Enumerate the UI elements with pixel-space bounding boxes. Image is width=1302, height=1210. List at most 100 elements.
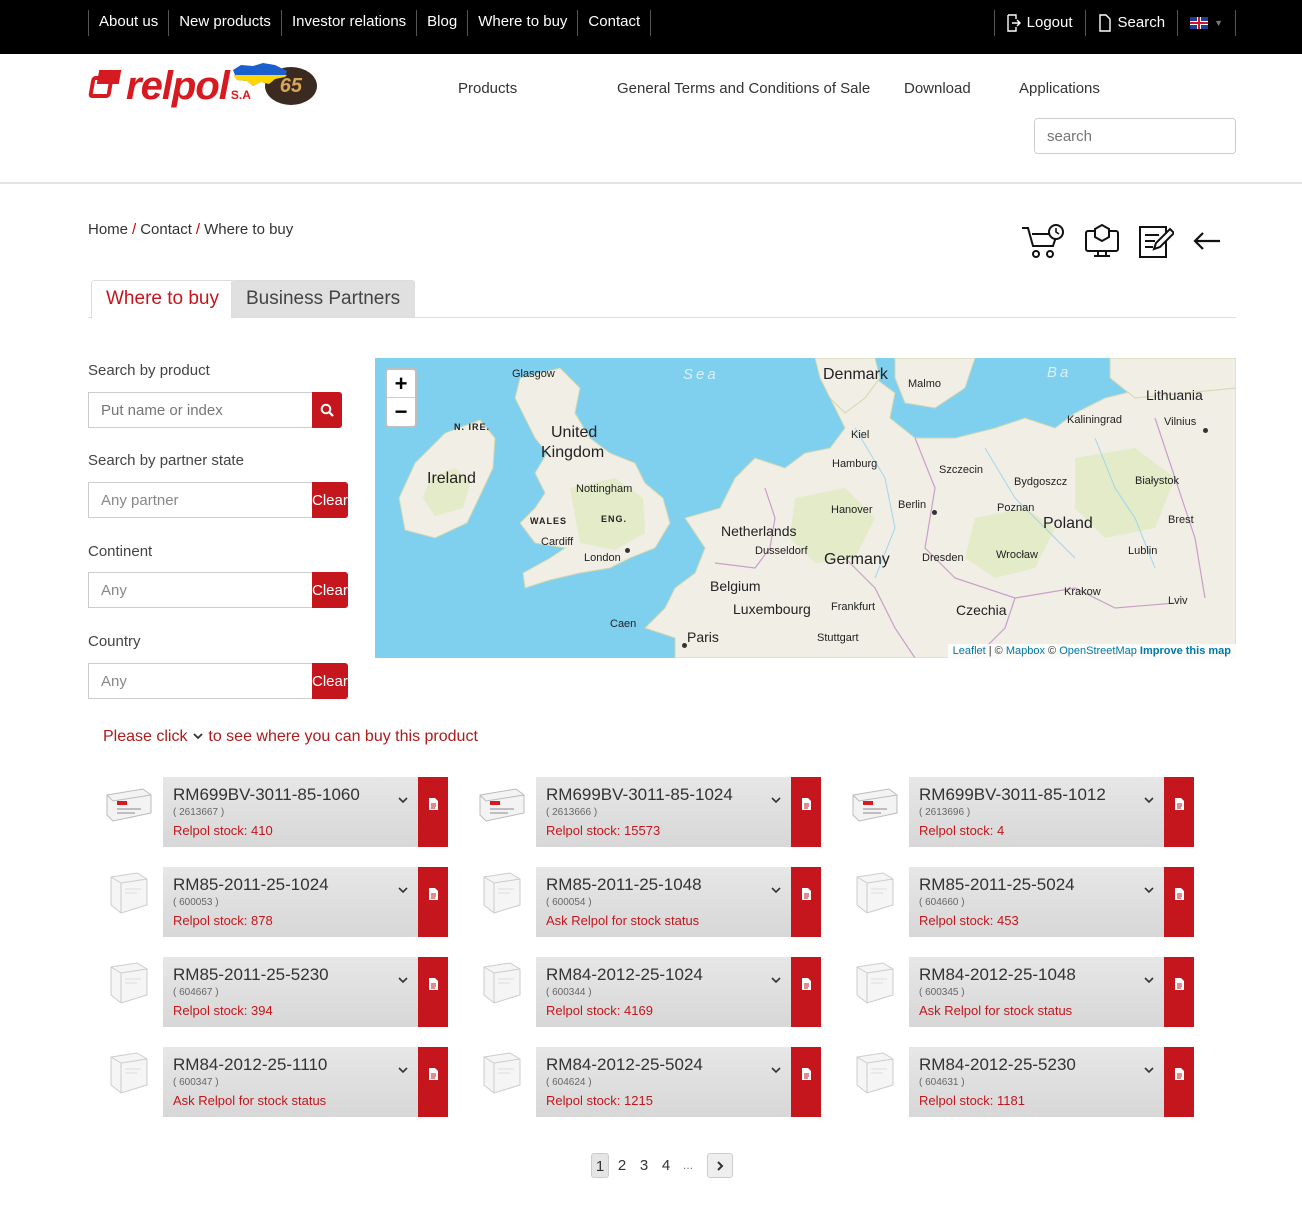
page-link[interactable]: 4 xyxy=(657,1153,675,1178)
product-info[interactable]: RM85-2011-25-1024 ( 600053 ) Relpol stock:… xyxy=(163,867,418,937)
topnav-where-to-buy[interactable]: Where to buy xyxy=(467,10,577,36)
topnav-about-us[interactable]: About us xyxy=(88,10,168,36)
product-image[interactable] xyxy=(476,1051,526,1095)
continent-clear-button[interactable]: Clear xyxy=(312,572,348,608)
improve-map-link[interactable]: Improve this map xyxy=(1140,645,1231,657)
leaflet-link[interactable]: Leaflet xyxy=(953,645,986,657)
chevron-down-icon[interactable] xyxy=(1144,975,1154,987)
chevron-down-icon[interactable] xyxy=(398,1065,408,1077)
search-icon xyxy=(320,403,334,417)
chevron-down-icon[interactable] xyxy=(398,795,408,807)
product-image[interactable] xyxy=(103,871,153,915)
catalog-icon[interactable] xyxy=(1084,223,1120,259)
chevron-down-icon[interactable] xyxy=(1144,795,1154,807)
pdf-datasheet-button[interactable] xyxy=(791,777,821,847)
partner-map[interactable]: + − Sea Ba Denmark Malmo Lithuania Glasg… xyxy=(375,358,1236,658)
chevron-down-icon[interactable] xyxy=(398,975,408,987)
partner-clear-button[interactable]: Clear xyxy=(312,482,348,518)
mainnav-download[interactable]: Download xyxy=(904,80,971,97)
page-link[interactable]: 2 xyxy=(613,1153,631,1178)
logout-button[interactable]: Logout xyxy=(993,10,1085,36)
mainnav-products[interactable]: Products xyxy=(458,80,517,97)
chevron-down-icon[interactable] xyxy=(771,975,781,987)
page-link[interactable]: 3 xyxy=(635,1153,653,1178)
page-link[interactable]: 1 xyxy=(591,1153,609,1178)
breadcrumb-home[interactable]: Home xyxy=(88,221,128,238)
tab-bar: Where to buy Business Partners xyxy=(88,280,1236,319)
map-label: Glasgow xyxy=(512,368,555,380)
mainnav-applications[interactable]: Applications xyxy=(1019,80,1100,97)
pdf-datasheet-button[interactable] xyxy=(1164,777,1194,847)
product-image[interactable] xyxy=(476,961,526,1005)
product-image[interactable] xyxy=(849,961,899,1005)
topnav-contact[interactable]: Contact xyxy=(577,10,652,36)
mapbox-link[interactable]: Mapbox xyxy=(1006,645,1045,657)
pdf-datasheet-button[interactable] xyxy=(791,1047,821,1117)
product-stock: Relpol stock: 1181 xyxy=(919,1093,1025,1108)
topnav-new-products[interactable]: New products xyxy=(168,10,281,36)
pdf-icon xyxy=(428,798,438,810)
product-image[interactable] xyxy=(103,961,153,1005)
osm-link[interactable]: OpenStreetMap xyxy=(1059,645,1137,657)
pdf-datasheet-button[interactable] xyxy=(791,957,821,1027)
product-info[interactable]: RM84-2012-25-1110 ( 600347 ) Ask Relpol fo… xyxy=(163,1047,418,1117)
product-info[interactable]: RM699BV-3011-85-1060 ( 2613667 ) Relpol st… xyxy=(163,777,418,847)
country-select[interactable] xyxy=(88,663,312,699)
tab-where-to-buy[interactable]: Where to buy xyxy=(91,280,234,319)
product-search-input[interactable] xyxy=(88,392,312,428)
pdf-datasheet-button[interactable] xyxy=(1164,957,1194,1027)
product-image[interactable] xyxy=(476,781,526,825)
product-image[interactable] xyxy=(103,1051,153,1095)
product-info[interactable]: RM84-2012-25-5230 ( 604631 ) Relpol stock:… xyxy=(909,1047,1164,1117)
product-info[interactable]: RM84-2012-25-5024 ( 604624 ) Relpol stock:… xyxy=(536,1047,791,1117)
product-image[interactable] xyxy=(476,871,526,915)
chevron-down-icon[interactable] xyxy=(771,1065,781,1077)
product-info[interactable]: RM699BV-3011-85-1012 ( 2613696 ) Relpol st… xyxy=(909,777,1164,847)
product-code: ( 604631 ) xyxy=(919,1077,965,1088)
product-info[interactable]: RM85-2011-25-5024 ( 604660 ) Relpol stock:… xyxy=(909,867,1164,937)
site-header: relpol S.A 65 Products General Terms and… xyxy=(0,54,1302,184)
edit-form-icon[interactable] xyxy=(1138,223,1174,259)
product-image[interactable] xyxy=(849,1051,899,1095)
product-image[interactable] xyxy=(849,781,899,825)
product-info[interactable]: RM85-2011-25-1048 ( 600054 ) Ask Relpol fo… xyxy=(536,867,791,937)
product-info[interactable]: RM84-2012-25-1024 ( 600344 ) Relpol stock:… xyxy=(536,957,791,1027)
next-page-button[interactable] xyxy=(707,1153,733,1178)
chevron-down-icon[interactable] xyxy=(398,885,408,897)
chevron-down-icon[interactable] xyxy=(1144,885,1154,897)
mainnav-terms[interactable]: General Terms and Conditions of Sale xyxy=(617,80,870,97)
zoom-out-button[interactable]: − xyxy=(387,398,415,426)
pdf-datasheet-button[interactable] xyxy=(1164,867,1194,937)
pdf-datasheet-button[interactable] xyxy=(418,957,448,1027)
topnav-blog[interactable]: Blog xyxy=(416,10,467,36)
tab-business-partners[interactable]: Business Partners xyxy=(231,280,416,318)
arrow-left-icon[interactable] xyxy=(1192,231,1222,251)
product-search-button[interactable] xyxy=(312,392,342,428)
breadcrumb-contact[interactable]: Contact xyxy=(140,221,192,238)
pdf-datasheet-button[interactable] xyxy=(418,777,448,847)
continent-select[interactable] xyxy=(88,572,312,608)
zoom-in-button[interactable]: + xyxy=(387,370,415,398)
header-search-input[interactable] xyxy=(1035,119,1235,153)
country-clear-button[interactable]: Clear xyxy=(312,663,348,699)
product-image[interactable] xyxy=(849,871,899,915)
pdf-datasheet-button[interactable] xyxy=(1164,1047,1194,1117)
partner-state-select[interactable] xyxy=(88,482,312,518)
product-info[interactable]: RM699BV-3011-85-1024 ( 2613666 ) Relpol st… xyxy=(536,777,791,847)
chevron-down-icon[interactable] xyxy=(771,795,781,807)
top-search-button[interactable]: Search xyxy=(1084,10,1178,36)
product-info[interactable]: RM84-2012-25-1048 ( 600345 ) Ask Relpol fo… xyxy=(909,957,1164,1027)
product-info[interactable]: RM85-2011-25-5230 ( 604667 ) Relpol stock:… xyxy=(163,957,418,1027)
cart-icon[interactable] xyxy=(1020,222,1066,260)
pdf-datasheet-button[interactable] xyxy=(418,1047,448,1117)
chevron-down-icon[interactable] xyxy=(771,885,781,897)
topnav-investor-relations[interactable]: Investor relations xyxy=(280,10,416,36)
pdf-datasheet-button[interactable] xyxy=(418,867,448,937)
chevron-down-icon[interactable] xyxy=(1144,1065,1154,1077)
map-label: Kaliningrad xyxy=(1067,414,1123,426)
product-image[interactable] xyxy=(103,781,153,825)
pdf-datasheet-button[interactable] xyxy=(791,867,821,937)
language-selector[interactable]: ▼ xyxy=(1177,10,1236,36)
relpol-logo[interactable]: relpol S.A 65 xyxy=(88,63,317,106)
product-search-group xyxy=(88,392,342,428)
